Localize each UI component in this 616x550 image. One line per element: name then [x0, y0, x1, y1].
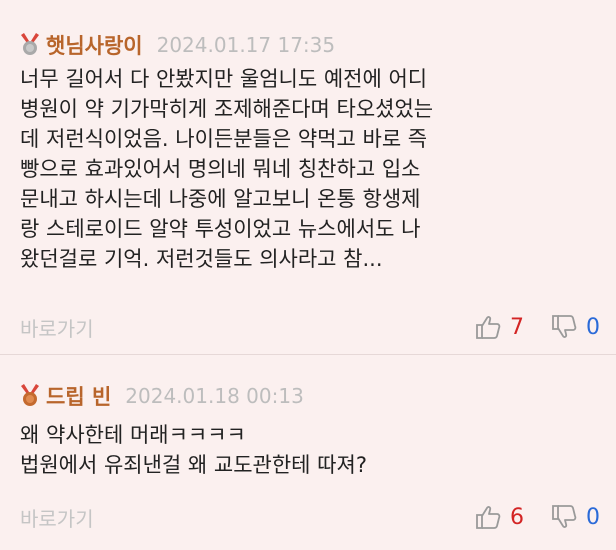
comment-date: 2024.01.18 00:13	[125, 384, 304, 408]
goto-link[interactable]: 바로가기	[20, 313, 474, 342]
downvote-button[interactable]: 0	[550, 503, 600, 531]
thumbs-down-icon	[552, 505, 577, 528]
comment-line: 데 저런식이었음. 나이든분들은 약먹고 바로 즉	[20, 127, 428, 151]
comment-header: 햇님사랑이 2024.01.17 17:35	[20, 30, 335, 60]
downvote-count: 0	[586, 504, 600, 530]
upvote-button[interactable]: 7	[474, 313, 550, 341]
comment-date: 2024.01.17 17:35	[156, 33, 336, 57]
comment-text: 너무 길어서 다 안봤지만 울엄니도 예전에 어디 병원이 약 기가막히게 조제…	[20, 64, 605, 274]
comment-header: 드립 빈 2024.01.18 00:13	[20, 381, 304, 411]
comment-footer: 바로가기 6 0	[20, 502, 600, 532]
bronze-medal-icon	[21, 384, 39, 406]
upvote-button[interactable]: 6	[474, 503, 550, 531]
comment-line: 법원에서 유죄낸걸 왜 교도관한테 따져?	[20, 453, 367, 477]
comment-line: 병원이 약 기가막히게 조제해준다며 타오셨었는	[20, 97, 434, 121]
comment-author[interactable]: 햇님사랑이	[46, 30, 143, 60]
goto-link[interactable]: 바로가기	[20, 503, 474, 532]
thumbs-down-icon	[552, 315, 577, 338]
thumbs-up-icon	[476, 316, 501, 339]
upvote-count: 6	[510, 504, 524, 530]
comment-author[interactable]: 드립 빈	[46, 381, 111, 411]
comment-line: 왔던걸로 기억. 저런것들도 의사라고 참...	[20, 247, 383, 271]
downvote-count: 0	[586, 314, 600, 340]
thumbs-up-icon	[476, 506, 501, 529]
comment-line: 랑 스테로이드 알약 투성이었고 뉴스에서도 나	[20, 217, 421, 241]
comment-item: 드립 빈 2024.01.18 00:13 왜 약사한테 머래ㅋㅋㅋㅋ 법원에서…	[0, 355, 616, 550]
comment-footer: 바로가기 7 0	[20, 312, 600, 342]
downvote-button[interactable]: 0	[550, 313, 600, 341]
silver-medal-icon	[21, 33, 39, 55]
comment-line: 너무 길어서 다 안봤지만 울엄니도 예전에 어디	[20, 67, 428, 91]
comment-line: 빵으로 효과있어서 명의네 뭐네 칭찬하고 입소	[20, 157, 421, 181]
upvote-count: 7	[510, 314, 524, 340]
comment-line: 문내고 하시는데 나중에 알고보니 온통 항생제	[20, 187, 421, 211]
comment-line: 왜 약사한테 머래ㅋㅋㅋㅋ	[20, 423, 246, 447]
comment-text: 왜 약사한테 머래ㅋㅋㅋㅋ 법원에서 유죄낸걸 왜 교도관한테 따져?	[20, 420, 605, 480]
comment-item: 햇님사랑이 2024.01.17 17:35 너무 길어서 다 안봤지만 울엄니…	[0, 0, 616, 354]
